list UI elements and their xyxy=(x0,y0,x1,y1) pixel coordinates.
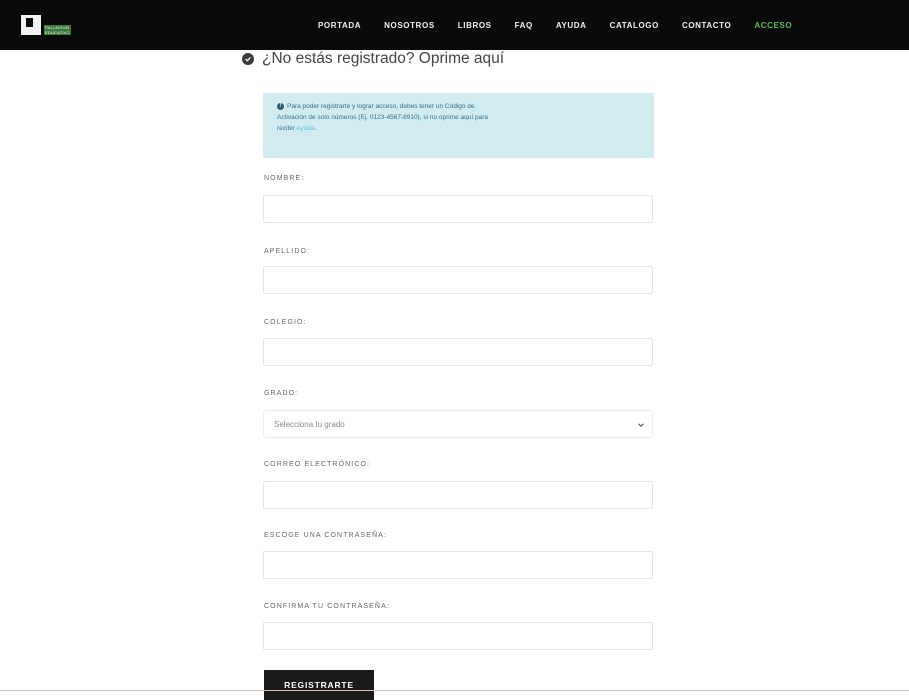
logo-line-2: EDUCATIVO xyxy=(44,30,71,35)
logo-text: PALLADIUM EDUCATIVO xyxy=(44,15,71,35)
nombre-label: NOMBRE: xyxy=(264,175,305,182)
nav-acceso[interactable]: ACCESO xyxy=(754,21,792,30)
confirm-password-input[interactable] xyxy=(263,622,653,650)
logo-mark-icon xyxy=(21,15,41,35)
nav-catalogo[interactable]: CATALOGO xyxy=(610,21,659,30)
apellido-input[interactable] xyxy=(263,266,653,294)
alert-text-line1: Para poder registrarte y lograr acceso, … xyxy=(287,103,475,110)
nombre-input[interactable] xyxy=(263,195,653,223)
info-icon: ! xyxy=(277,102,284,110)
correo-label: CORREO ELECTRÓNICO: xyxy=(264,461,371,468)
nav-contacto[interactable]: CONTACTO xyxy=(682,21,731,30)
logo[interactable]: PALLADIUM EDUCATIVO xyxy=(21,13,93,37)
alert-text-line3: recibir xyxy=(277,125,297,132)
section-title-text: ¿No estás registrado? Oprime aquí xyxy=(262,50,505,67)
colegio-input[interactable] xyxy=(263,338,653,366)
bottom-divider xyxy=(0,690,909,691)
register-button[interactable]: REGISTRARTE xyxy=(264,670,374,700)
grado-select-value: Selecciona tu grado xyxy=(274,419,345,429)
apellido-label: APELLIDO: xyxy=(264,248,311,255)
chevron-down-icon xyxy=(638,423,644,427)
register-section-title[interactable]: ¿No estás registrado? Oprime aquí xyxy=(242,50,504,68)
alert-text-line2: Activación de solo números (Ej. 0123-456… xyxy=(277,114,489,121)
alert-period: . xyxy=(314,125,317,132)
nav-ayuda[interactable]: AYUDA xyxy=(556,21,587,30)
check-circle-icon xyxy=(242,53,254,65)
grado-label: GRADO: xyxy=(264,390,299,397)
help-link[interactable]: Ayuda xyxy=(296,125,314,132)
nav-libros[interactable]: LIBROS xyxy=(458,21,492,30)
nav-portada[interactable]: PORTADA xyxy=(318,21,361,30)
nav-nosotros[interactable]: NOSOTROS xyxy=(384,21,435,30)
confirm-password-label: CONFIRMA TU CONTRASEÑA: xyxy=(264,603,390,610)
colegio-label: COLEGIO: xyxy=(264,319,307,326)
grado-select[interactable]: Selecciona tu grado xyxy=(263,410,653,438)
email-input[interactable] xyxy=(263,481,653,509)
password-input[interactable] xyxy=(263,551,653,579)
main-nav: PORTADA NOSOTROS LIBROS FAQ AYUDA CATALO… xyxy=(318,0,792,50)
top-navbar: PALLADIUM EDUCATIVO PORTADA NOSOTROS LIB… xyxy=(0,0,909,50)
nav-faq[interactable]: FAQ xyxy=(515,21,533,30)
info-alert: ! Para poder registrarte y lograr acceso,… xyxy=(263,93,654,158)
password-label: ESCOGE UNA CONTRASEÑA: xyxy=(264,532,387,539)
